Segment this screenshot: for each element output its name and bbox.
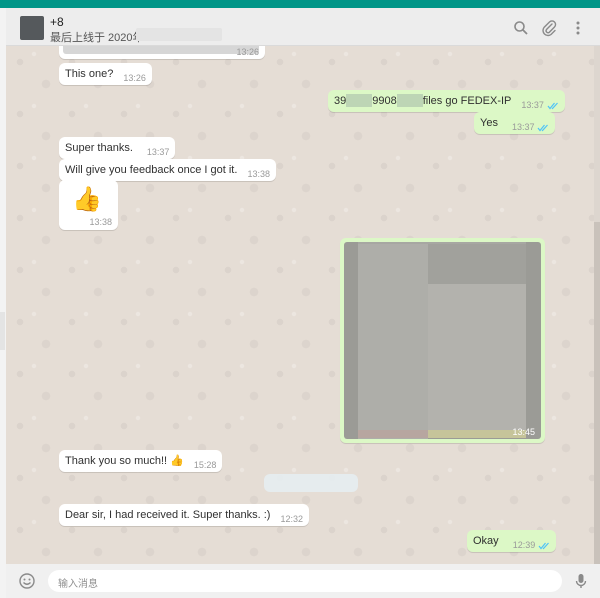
menu-icon[interactable] — [569, 19, 587, 37]
message-time: 13:38 — [247, 169, 270, 179]
message-text: Thank you so much!! 👍 — [65, 455, 184, 467]
image-region — [358, 244, 428, 439]
paperclip-icon[interactable] — [540, 19, 558, 37]
message-in-partial[interactable]: 13:26 — [59, 46, 265, 59]
message-list[interactable]: 13:26 This one? 13:26 39 9908 files go FED… — [6, 46, 600, 564]
message-text: Super thanks. — [65, 142, 133, 154]
message-out[interactable]: Yes 13:37 — [474, 112, 556, 136]
image-region — [428, 244, 526, 284]
message-text-part: 9908 — [372, 95, 397, 107]
search-icon[interactable] — [512, 19, 530, 37]
message-time: 13:37 — [511, 122, 535, 132]
mic-icon[interactable] — [572, 572, 590, 590]
message-composer: 输入消息 — [6, 564, 600, 598]
message-in[interactable]: Dear sir, I had received it. Super thank… — [59, 504, 309, 526]
redacted-region — [396, 94, 423, 107]
redacted-region — [136, 28, 222, 41]
image-region — [428, 284, 526, 430]
emoji-icon[interactable] — [18, 572, 36, 590]
message-in[interactable]: Super thanks. 13:37 — [59, 137, 176, 159]
avatar[interactable] — [20, 16, 44, 40]
message-out-image[interactable]: 13:45 — [340, 238, 545, 443]
message-time: 13:26 — [236, 47, 259, 57]
read-ticks-icon — [537, 122, 549, 136]
message-text: Will give you feedback once I got it. — [65, 164, 238, 176]
message-in[interactable]: Will give you feedback once I got it. 13:… — [59, 159, 276, 181]
message-text: Dear sir, I had received it. Super thank… — [65, 509, 271, 521]
image-thumbnail[interactable] — [344, 242, 541, 439]
message-time: 15:28 — [193, 460, 217, 470]
redacted-region — [264, 474, 358, 492]
message-time: 13:38 — [89, 217, 112, 227]
message-time: 13:37 — [146, 147, 170, 157]
message-time: 12:32 — [280, 514, 303, 524]
message-text-part: 39 — [334, 95, 347, 107]
message-text: Yes — [480, 117, 498, 129]
message-in[interactable]: This one? 13:26 — [59, 63, 152, 85]
last-seen-status: 最后上线于 2020年 — [50, 32, 144, 44]
message-time: 13:45 — [512, 427, 535, 437]
contact-name[interactable]: +8 — [50, 15, 64, 29]
image-region — [428, 430, 526, 438]
side-panel-handle[interactable] — [0, 312, 5, 350]
chat-header: +8 最后上线于 2020年 — [6, 8, 600, 46]
message-time: 13:26 — [123, 73, 146, 83]
read-ticks-icon — [538, 540, 550, 554]
message-time: 13:37 — [521, 100, 544, 110]
message-time: 12:39 — [512, 540, 536, 550]
message-text-part: files go FEDEX-IP — [422, 95, 512, 107]
message-text: Okay — [473, 535, 499, 547]
message-out[interactable]: Okay 12:39 — [467, 530, 557, 554]
redacted-region — [63, 46, 259, 54]
redacted-region — [346, 94, 373, 107]
image-region — [358, 430, 428, 438]
app-accent-bar — [0, 0, 600, 8]
thumbs-up-icon: 👍 — [72, 186, 102, 213]
message-in[interactable]: Thank you so much!! 👍 15:28 — [59, 450, 223, 472]
scrollbar-thumb[interactable] — [594, 222, 600, 564]
message-out[interactable]: 39 9908 files go FEDEX-IP 13:37 — [328, 90, 565, 112]
message-text: This one? — [65, 68, 114, 80]
message-in-emoji[interactable]: 👍 13:38 — [59, 180, 118, 230]
message-input[interactable]: 输入消息 — [48, 570, 562, 592]
